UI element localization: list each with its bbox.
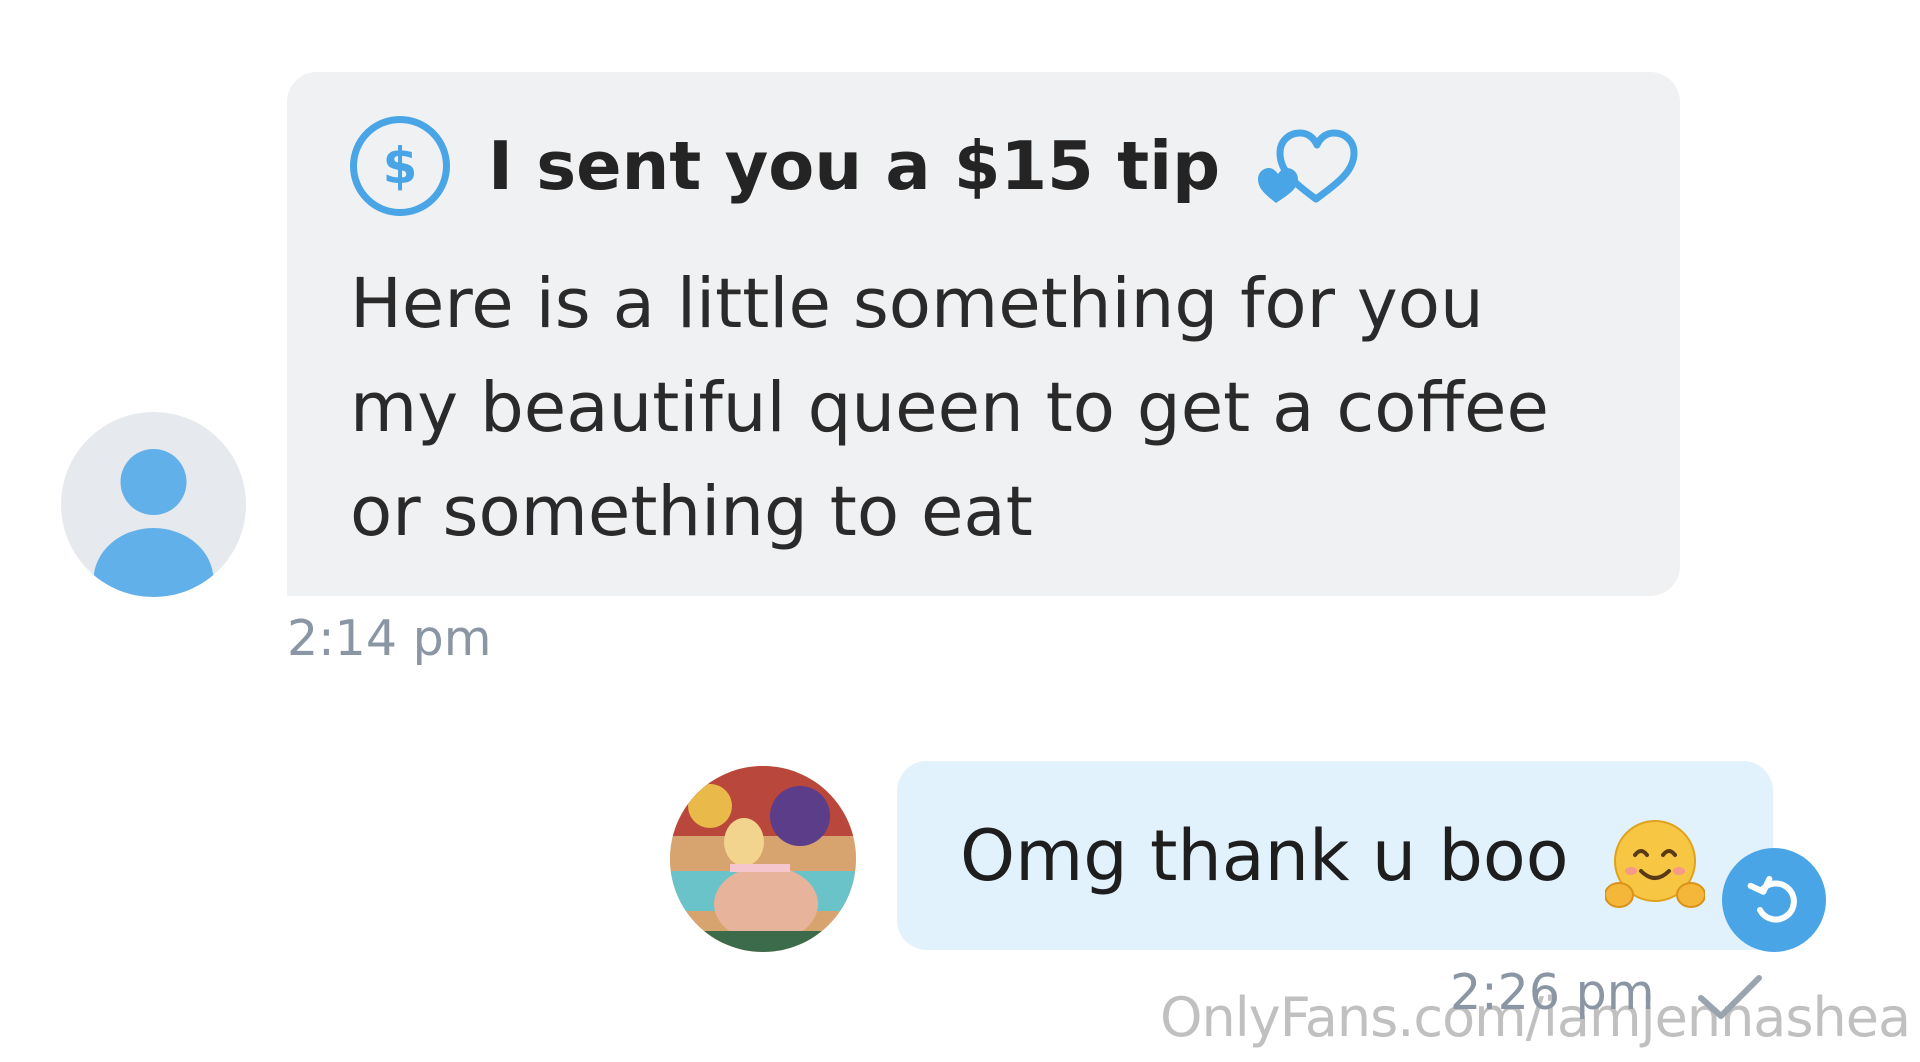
undo-icon [1747,875,1797,923]
outgoing-message: Omg thank u boo [897,761,1773,950]
user-avatar[interactable] [61,412,246,597]
check-icon [1698,975,1762,1019]
dollar-circle-icon: $ [350,116,450,216]
message-timestamp: 2:14 pm [287,610,492,667]
undo-button[interactable] [1722,848,1826,952]
hearts-icon [1258,129,1358,203]
message-timestamp: 2:26 pm [1450,964,1655,1021]
chat-thread: $ I sent you a $15 tip Here is a little … [0,0,1920,1062]
message-text: Here is a little something for you my be… [350,264,1549,552]
currency-symbol: $ [382,137,418,195]
sender-avatar[interactable] [670,766,856,952]
tip-header: $ I sent you a $15 tip [350,116,1364,216]
sender-photo [670,766,856,952]
tip-title: I sent you a $15 tip [488,127,1221,205]
incoming-tip-message: $ I sent you a $15 tip Here is a little … [287,72,1680,596]
default-user-icon [93,449,214,597]
message-text: Omg thank u boo [960,815,1569,897]
hugging-face-emoji [1605,820,1705,908]
